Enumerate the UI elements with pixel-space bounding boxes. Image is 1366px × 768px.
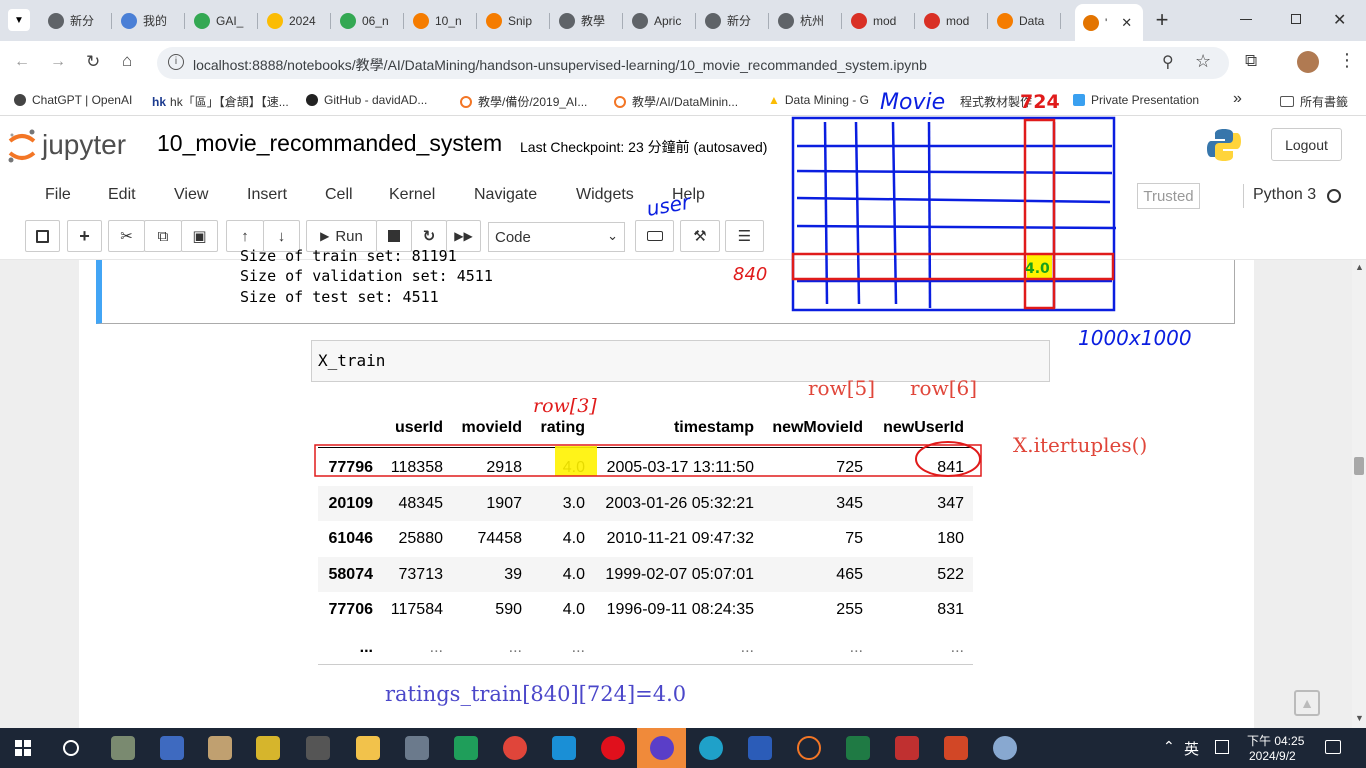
matrix-size-label: 1000x1000 <box>1078 326 1192 350</box>
file-explorer-icon[interactable] <box>356 736 380 760</box>
clock-time[interactable]: 下午 04:25 <box>1247 732 1304 749</box>
paint-icon[interactable] <box>993 736 1017 760</box>
clock-date[interactable]: 2024/9/2 <box>1249 749 1296 763</box>
row5-label: row[5] <box>808 376 875 400</box>
row6-label: row[6] <box>910 376 977 400</box>
app-icon[interactable] <box>256 736 280 760</box>
chrome-profile-icon[interactable] <box>650 736 674 760</box>
row3-label: row[3] <box>533 395 597 417</box>
app-icon[interactable] <box>306 736 330 760</box>
rating-highlight <box>555 446 597 476</box>
camera-icon[interactable] <box>405 736 429 760</box>
row-840-box <box>791 252 1115 281</box>
app-icon[interactable] <box>552 736 576 760</box>
app-icon[interactable] <box>454 736 478 760</box>
taskbar: ⌃ 英 下午 04:25 2024/9/2 <box>0 728 1366 768</box>
grid-value-label: 4.0 <box>1025 261 1050 277</box>
chrome-icon[interactable] <box>503 736 527 760</box>
tray-chevron-icon[interactable]: ⌃ <box>1163 738 1175 755</box>
opera-icon[interactable] <box>601 736 625 760</box>
excel-icon[interactable] <box>846 736 870 760</box>
ime-mode-icon[interactable] <box>1215 740 1229 754</box>
app-icon[interactable] <box>160 736 184 760</box>
column-724-label: 724 <box>1020 91 1060 113</box>
windows-start-icon[interactable] <box>15 740 31 756</box>
jupyter-taskbar-icon[interactable] <box>797 736 821 760</box>
powerpoint-icon[interactable] <box>944 736 968 760</box>
new-user-id-circle <box>915 441 981 477</box>
ime-indicator[interactable]: 英 <box>1184 738 1199 759</box>
annotation-overlay: 4.0 Movie 724 user 840 1000x1000 row[3] … <box>314 90 1192 706</box>
edge-icon[interactable] <box>699 736 723 760</box>
user-label: user <box>645 189 694 221</box>
app-icon[interactable] <box>895 736 919 760</box>
first-row-box <box>314 444 982 477</box>
word-icon[interactable] <box>748 736 772 760</box>
app-icon[interactable] <box>111 736 135 760</box>
notification-icon[interactable] <box>1325 740 1341 754</box>
itertuples-label: X.itertuples() <box>1013 433 1147 457</box>
row-840-label: 840 <box>733 264 767 285</box>
search-icon[interactable] <box>63 740 79 756</box>
movie-label: Movie <box>880 90 945 115</box>
formula-label: ratings_train[840][724]=4.0 <box>385 682 686 706</box>
app-icon[interactable] <box>208 736 232 760</box>
